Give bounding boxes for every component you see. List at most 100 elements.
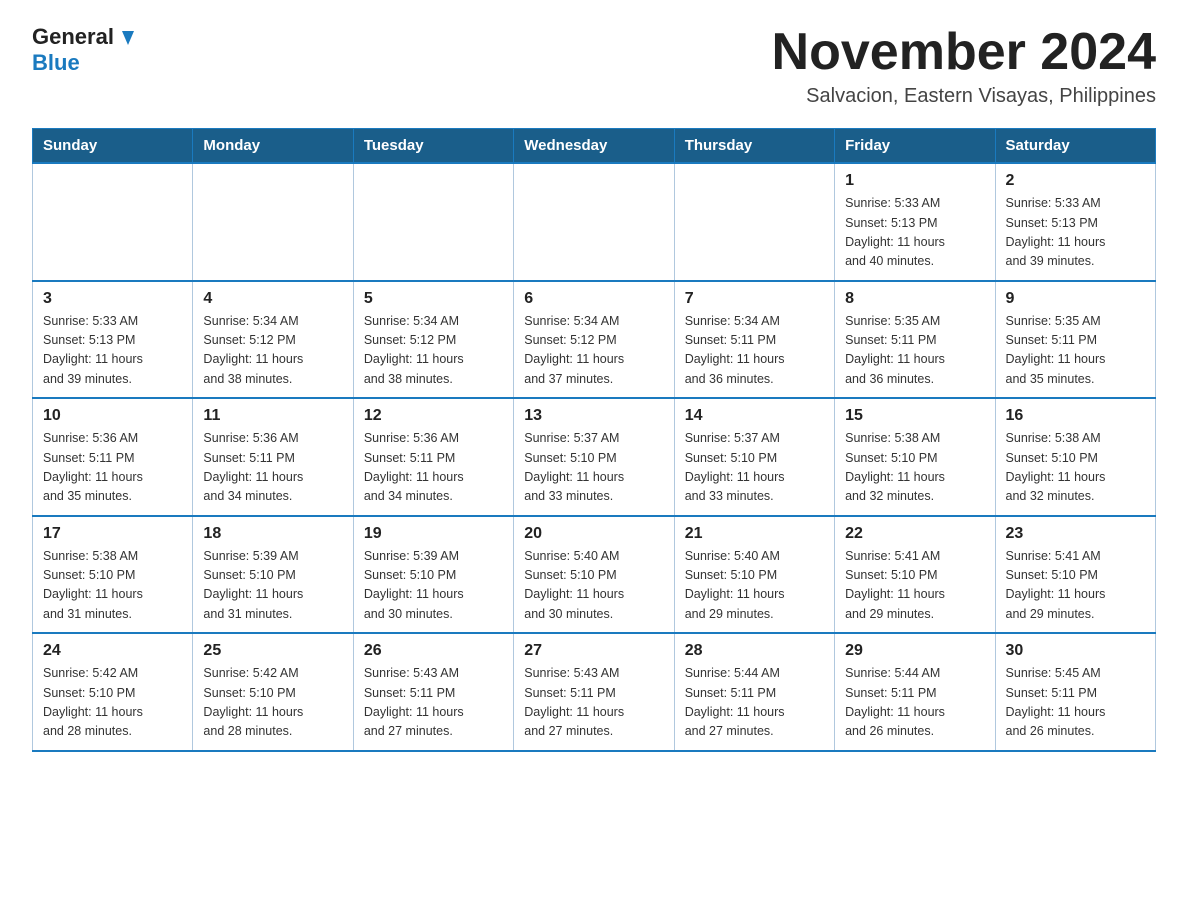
calendar-cell-w3-d4: 14 Sunrise: 5:37 AMSunset: 5:10 PMDayligh… [674, 398, 834, 516]
calendar-cell-w5-d1: 25 Sunrise: 5:42 AMSunset: 5:10 PMDayligh… [193, 633, 353, 751]
day-number-24: 24 [43, 642, 182, 660]
logo: General Blue [32, 24, 138, 76]
day-info-8: Sunrise: 5:35 AMSunset: 5:11 PMDaylight:… [845, 312, 984, 390]
day-number-4: 4 [203, 290, 342, 308]
day-info-23: Sunrise: 5:41 AMSunset: 5:10 PMDaylight:… [1006, 547, 1145, 625]
day-info-1: Sunrise: 5:33 AMSunset: 5:13 PMDaylight:… [845, 194, 984, 272]
calendar-cell-w3-d1: 11Sunrise: 5:36 AMSunset: 5:11 PMDayligh… [193, 398, 353, 516]
day-number-22: 22 [845, 525, 984, 543]
calendar-cell-w4-d4: 21 Sunrise: 5:40 AMSunset: 5:10 PMDayligh… [674, 516, 834, 634]
calendar-cell-w4-d0: 17 Sunrise: 5:38 AMSunset: 5:10 PMDayligh… [33, 516, 193, 634]
day-info-29: Sunrise: 5:44 AMSunset: 5:11 PMDaylight:… [845, 664, 984, 742]
day-info-28: Sunrise: 5:44 AMSunset: 5:11 PMDaylight:… [685, 664, 824, 742]
day-info-30: Sunrise: 5:45 AMSunset: 5:11 PMDaylight:… [1006, 664, 1145, 742]
day-number-1: 1 [845, 172, 984, 190]
logo-blue-text: Blue [32, 50, 80, 75]
header-monday: Monday [193, 129, 353, 164]
day-number-7: 7 [685, 290, 824, 308]
week-row-1: 1 Sunrise: 5:33 AMSunset: 5:13 PMDaylight… [33, 163, 1156, 281]
logo-general-text: General [32, 24, 114, 50]
header-wednesday: Wednesday [514, 129, 674, 164]
day-info-3: Sunrise: 5:33 AMSunset: 5:13 PMDaylight:… [43, 312, 182, 390]
day-info-4: Sunrise: 5:34 AMSunset: 5:12 PMDaylight:… [203, 312, 342, 390]
calendar-cell-w4-d2: 19 Sunrise: 5:39 AMSunset: 5:10 PMDayligh… [353, 516, 513, 634]
calendar-cell-w4-d5: 22 Sunrise: 5:41 AMSunset: 5:10 PMDayligh… [835, 516, 995, 634]
day-number-18: 18 [203, 525, 342, 543]
day-number-2: 2 [1006, 172, 1145, 190]
calendar-cell-w3-d5: 15 Sunrise: 5:38 AMSunset: 5:10 PMDayligh… [835, 398, 995, 516]
calendar-cell-w5-d4: 28 Sunrise: 5:44 AMSunset: 5:11 PMDayligh… [674, 633, 834, 751]
day-info-25: Sunrise: 5:42 AMSunset: 5:10 PMDaylight:… [203, 664, 342, 742]
day-number-5: 5 [364, 290, 503, 308]
day-info-19: Sunrise: 5:39 AMSunset: 5:10 PMDaylight:… [364, 547, 503, 625]
calendar-cell-w5-d0: 24Sunrise: 5:42 AMSunset: 5:10 PMDayligh… [33, 633, 193, 751]
day-info-9: Sunrise: 5:35 AMSunset: 5:11 PMDaylight:… [1006, 312, 1145, 390]
day-number-14: 14 [685, 407, 824, 425]
calendar-body: 1 Sunrise: 5:33 AMSunset: 5:13 PMDaylight… [33, 163, 1156, 751]
day-number-17: 17 [43, 525, 182, 543]
header-saturday: Saturday [995, 129, 1155, 164]
logo-triangle-icon [116, 27, 138, 49]
day-number-21: 21 [685, 525, 824, 543]
day-info-2: Sunrise: 5:33 AMSunset: 5:13 PMDaylight:… [1006, 194, 1145, 272]
calendar-cell-w4-d3: 20Sunrise: 5:40 AMSunset: 5:10 PMDayligh… [514, 516, 674, 634]
day-number-25: 25 [203, 642, 342, 660]
calendar-cell-w1-d3 [514, 163, 674, 281]
day-info-6: Sunrise: 5:34 AMSunset: 5:12 PMDaylight:… [524, 312, 663, 390]
title-area: November 2024 Salvacion, Eastern Visayas… [772, 24, 1156, 108]
day-number-15: 15 [845, 407, 984, 425]
day-number-29: 29 [845, 642, 984, 660]
day-info-14: Sunrise: 5:37 AMSunset: 5:10 PMDaylight:… [685, 429, 824, 507]
day-number-28: 28 [685, 642, 824, 660]
day-info-10: Sunrise: 5:36 AMSunset: 5:11 PMDaylight:… [43, 429, 182, 507]
day-info-21: Sunrise: 5:40 AMSunset: 5:10 PMDaylight:… [685, 547, 824, 625]
day-number-13: 13 [524, 407, 663, 425]
day-info-17: Sunrise: 5:38 AMSunset: 5:10 PMDaylight:… [43, 547, 182, 625]
calendar-cell-w1-d1 [193, 163, 353, 281]
day-number-9: 9 [1006, 290, 1145, 308]
header-thursday: Thursday [674, 129, 834, 164]
day-number-10: 10 [43, 407, 182, 425]
day-number-19: 19 [364, 525, 503, 543]
calendar-cell-w3-d2: 12 Sunrise: 5:36 AMSunset: 5:11 PMDayligh… [353, 398, 513, 516]
day-number-20: 20 [524, 525, 663, 543]
day-number-27: 27 [524, 642, 663, 660]
location-subtitle: Salvacion, Eastern Visayas, Philippines [772, 85, 1156, 108]
calendar-cell-w4-d6: 23Sunrise: 5:41 AMSunset: 5:10 PMDayligh… [995, 516, 1155, 634]
calendar-cell-w1-d2 [353, 163, 513, 281]
month-year-title: November 2024 [772, 24, 1156, 81]
calendar-cell-w3-d6: 16Sunrise: 5:38 AMSunset: 5:10 PMDayligh… [995, 398, 1155, 516]
calendar-cell-w4-d1: 18 Sunrise: 5:39 AMSunset: 5:10 PMDayligh… [193, 516, 353, 634]
calendar-table: SundayMondayTuesdayWednesdayThursdayFrid… [32, 128, 1156, 752]
calendar-cell-w3-d3: 13 Sunrise: 5:37 AMSunset: 5:10 PMDayligh… [514, 398, 674, 516]
day-info-12: Sunrise: 5:36 AMSunset: 5:11 PMDaylight:… [364, 429, 503, 507]
week-row-2: 3 Sunrise: 5:33 AMSunset: 5:13 PMDaylight… [33, 281, 1156, 399]
day-number-6: 6 [524, 290, 663, 308]
calendar-cell-w5-d6: 30Sunrise: 5:45 AMSunset: 5:11 PMDayligh… [995, 633, 1155, 751]
week-row-3: 10 Sunrise: 5:36 AMSunset: 5:11 PMDayligh… [33, 398, 1156, 516]
day-info-16: Sunrise: 5:38 AMSunset: 5:10 PMDaylight:… [1006, 429, 1145, 507]
calendar-cell-w2-d6: 9 Sunrise: 5:35 AMSunset: 5:11 PMDaylight… [995, 281, 1155, 399]
calendar-cell-w5-d2: 26Sunrise: 5:43 AMSunset: 5:11 PMDayligh… [353, 633, 513, 751]
day-info-22: Sunrise: 5:41 AMSunset: 5:10 PMDaylight:… [845, 547, 984, 625]
calendar-cell-w1-d4 [674, 163, 834, 281]
day-number-3: 3 [43, 290, 182, 308]
day-info-15: Sunrise: 5:38 AMSunset: 5:10 PMDaylight:… [845, 429, 984, 507]
day-info-7: Sunrise: 5:34 AMSunset: 5:11 PMDaylight:… [685, 312, 824, 390]
calendar-cell-w5-d5: 29 Sunrise: 5:44 AMSunset: 5:11 PMDayligh… [835, 633, 995, 751]
calendar-cell-w2-d0: 3 Sunrise: 5:33 AMSunset: 5:13 PMDaylight… [33, 281, 193, 399]
day-number-26: 26 [364, 642, 503, 660]
day-info-27: Sunrise: 5:43 AMSunset: 5:11 PMDaylight:… [524, 664, 663, 742]
day-info-18: Sunrise: 5:39 AMSunset: 5:10 PMDaylight:… [203, 547, 342, 625]
calendar-cell-w1-d5: 1 Sunrise: 5:33 AMSunset: 5:13 PMDaylight… [835, 163, 995, 281]
days-of-week-row: SundayMondayTuesdayWednesdayThursdayFrid… [33, 129, 1156, 164]
day-number-12: 12 [364, 407, 503, 425]
day-info-13: Sunrise: 5:37 AMSunset: 5:10 PMDaylight:… [524, 429, 663, 507]
calendar-cell-w2-d2: 5 Sunrise: 5:34 AMSunset: 5:12 PMDaylight… [353, 281, 513, 399]
day-info-5: Sunrise: 5:34 AMSunset: 5:12 PMDaylight:… [364, 312, 503, 390]
calendar-cell-w2-d4: 7 Sunrise: 5:34 AMSunset: 5:11 PMDaylight… [674, 281, 834, 399]
calendar-cell-w3-d0: 10 Sunrise: 5:36 AMSunset: 5:11 PMDayligh… [33, 398, 193, 516]
calendar-cell-w2-d3: 6 Sunrise: 5:34 AMSunset: 5:12 PMDaylight… [514, 281, 674, 399]
header-friday: Friday [835, 129, 995, 164]
calendar-cell-w1-d6: 2 Sunrise: 5:33 AMSunset: 5:13 PMDaylight… [995, 163, 1155, 281]
